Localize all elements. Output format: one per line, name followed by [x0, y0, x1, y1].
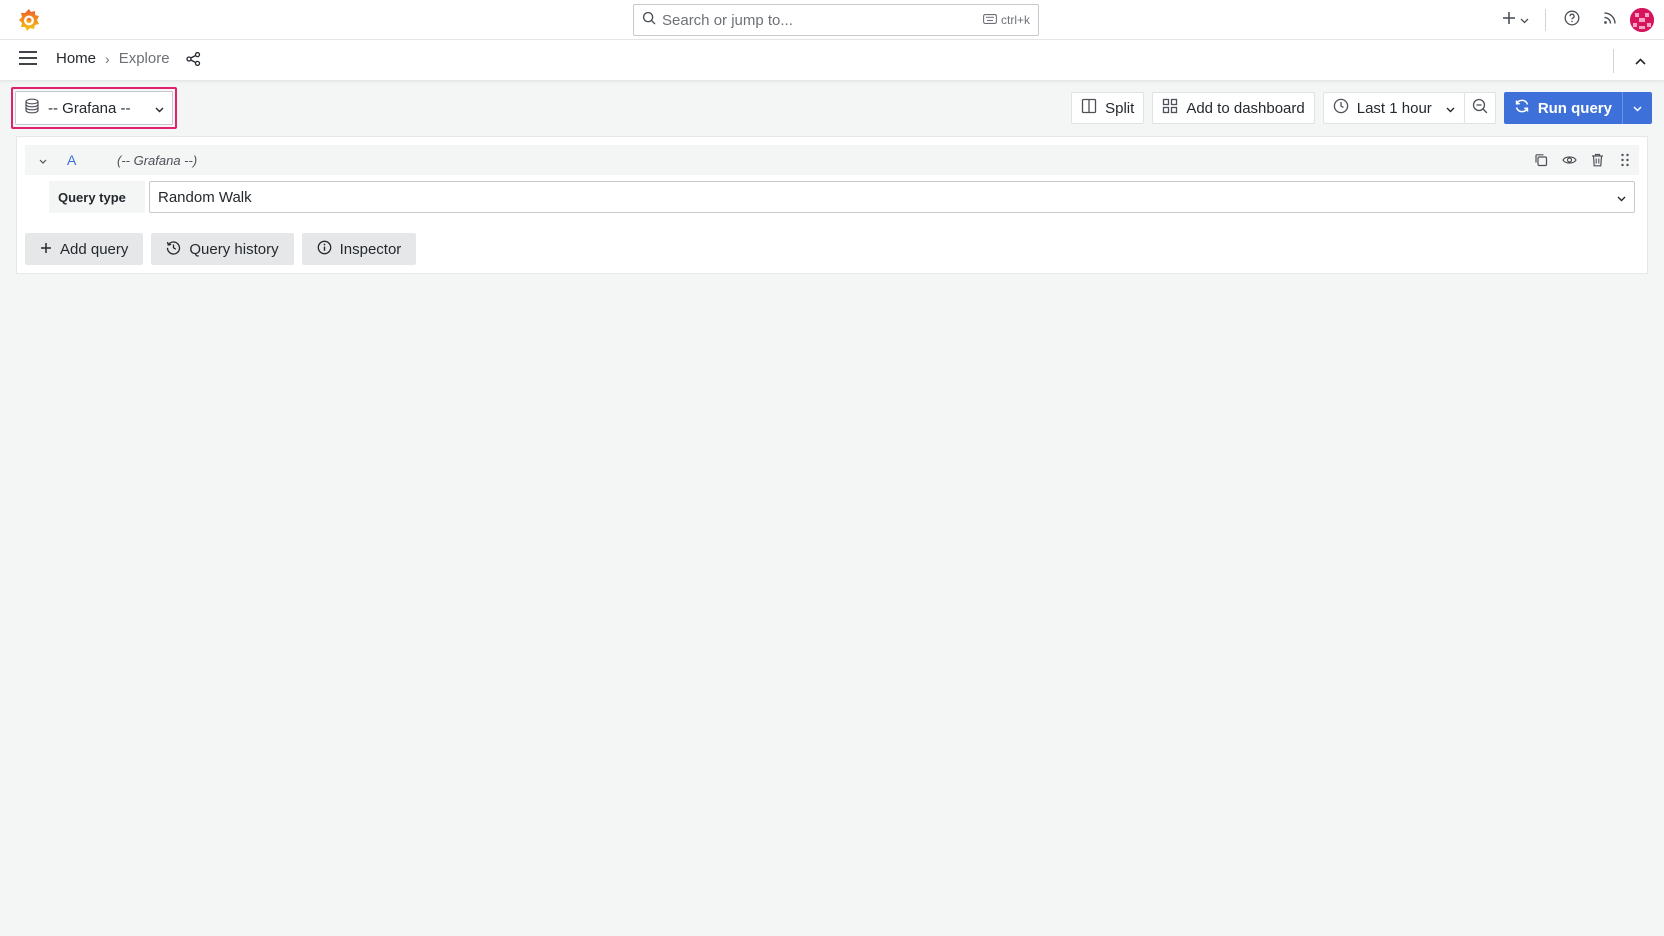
query-type-label: Query type — [49, 181, 145, 213]
help-button[interactable] — [1556, 4, 1588, 36]
chevron-down-icon — [1446, 100, 1455, 117]
info-circle-icon — [317, 240, 332, 259]
new-menu-button[interactable] — [1495, 4, 1535, 36]
zoom-out-icon — [1472, 98, 1488, 118]
sync-icon — [1514, 98, 1530, 118]
breadcrumb-home[interactable]: Home — [56, 50, 96, 67]
query-history-label: Query history — [189, 240, 279, 258]
zoom-out-button[interactable] — [1463, 92, 1496, 124]
collapse-query-button[interactable] — [33, 151, 53, 169]
clock-icon — [1333, 98, 1349, 118]
query-row-header: A (-- Grafana --) — [25, 145, 1639, 175]
copy-icon[interactable] — [1533, 152, 1549, 168]
plus-icon — [1502, 11, 1516, 30]
query-ref-id[interactable]: A — [67, 152, 117, 168]
divider — [1613, 48, 1614, 73]
query-panel: A (-- Grafana --) Query type Random Walk — [16, 136, 1648, 274]
run-query-options-button[interactable] — [1622, 92, 1652, 124]
hamburger-menu-icon — [18, 50, 38, 71]
trash-icon[interactable] — [1589, 152, 1605, 168]
menu-button[interactable] — [16, 48, 40, 72]
time-range-picker[interactable]: Last 1 hour — [1322, 92, 1464, 124]
time-range-group: Last 1 hour — [1322, 92, 1496, 124]
query-type-value: Random Walk — [158, 188, 252, 206]
breadcrumb-bar: Home › Explore — [0, 40, 1664, 81]
database-icon — [24, 98, 40, 118]
inspector-button[interactable]: Inspector — [301, 233, 417, 265]
search-shortcut: ctrl+k — [983, 13, 1030, 27]
split-label: Split — [1105, 99, 1135, 117]
query-datasource-name: (-- Grafana --) — [117, 152, 198, 168]
query-actions — [1533, 145, 1633, 175]
rss-icon — [1603, 11, 1617, 30]
add-to-dashboard-label: Add to dashboard — [1186, 99, 1305, 117]
grafana-logo-icon[interactable] — [16, 7, 42, 33]
inspector-label: Inspector — [339, 240, 402, 258]
search-icon — [642, 11, 656, 30]
plus-icon — [40, 241, 52, 258]
avatar[interactable] — [1630, 8, 1654, 32]
eye-icon[interactable] — [1561, 152, 1577, 168]
explore-toolbar: Split Add to dashboard Last 1 hour Run q… — [1071, 92, 1652, 124]
top-bar: Search or jump to... ctrl+k — [0, 0, 1664, 40]
chevron-up-icon — [1634, 52, 1646, 70]
time-range-label: Last 1 hour — [1356, 99, 1432, 117]
breadcrumb-current: Explore — [118, 50, 170, 67]
run-query-label: Run query — [1537, 99, 1612, 117]
breadcrumb: Home › Explore — [56, 50, 201, 67]
shortcut-text: ctrl+k — [1000, 13, 1030, 27]
chevron-down-icon — [1617, 189, 1626, 206]
datasource-name: -- Grafana -- — [48, 99, 131, 117]
share-icon[interactable] — [185, 51, 201, 66]
add-query-button[interactable]: Add query — [25, 233, 144, 265]
chevron-down-icon — [155, 100, 164, 117]
run-query-button[interactable]: Run query — [1503, 92, 1622, 124]
chevron-down-icon — [1633, 99, 1642, 117]
run-query-group: Run query — [1503, 92, 1652, 124]
split-columns-icon — [1081, 98, 1097, 118]
search-input[interactable]: Search or jump to... ctrl+k — [633, 4, 1039, 36]
collapse-navbar-button[interactable] — [1624, 45, 1656, 77]
help-icon — [1564, 10, 1580, 31]
query-history-button[interactable]: Query history — [151, 233, 294, 265]
chevron-down-icon — [39, 151, 47, 169]
datasource-picker[interactable]: -- Grafana -- — [15, 91, 173, 125]
add-to-dashboard-button[interactable]: Add to dashboard — [1152, 92, 1315, 124]
divider — [1545, 9, 1546, 31]
search-placeholder: Search or jump to... — [662, 11, 793, 29]
keyboard-icon — [983, 13, 997, 27]
navbar-right — [1613, 40, 1664, 81]
top-right-actions — [1495, 0, 1664, 40]
history-icon — [166, 240, 181, 259]
breadcrumb-separator: › — [105, 50, 110, 67]
add-query-label: Add query — [60, 240, 129, 258]
chevron-down-icon — [1520, 11, 1529, 29]
query-type-select[interactable]: Random Walk — [149, 181, 1635, 213]
split-button[interactable]: Split — [1071, 92, 1145, 124]
apps-grid-icon — [1162, 98, 1178, 118]
query-type-row: Query type — [49, 181, 145, 213]
query-editor-buttons: Add query Query history Inspector — [25, 233, 417, 265]
news-button[interactable] — [1594, 4, 1626, 36]
drag-handle-icon[interactable] — [1617, 152, 1633, 168]
